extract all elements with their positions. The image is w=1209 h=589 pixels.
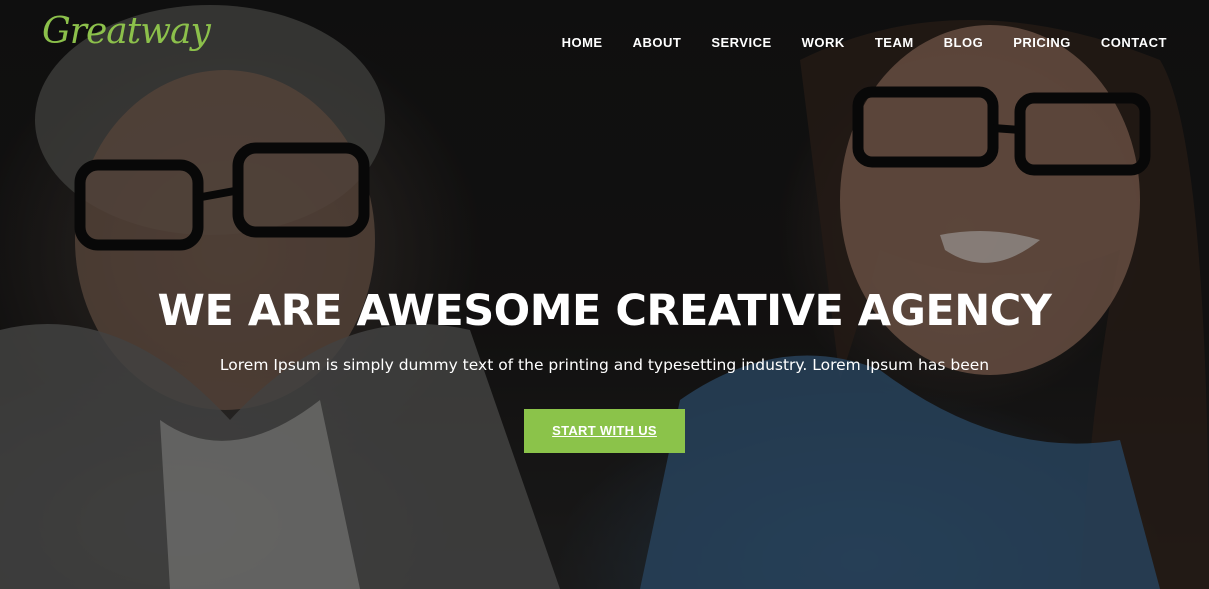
start-with-us-button[interactable]: START WITH US bbox=[524, 409, 685, 453]
nav-item-contact[interactable]: CONTACT bbox=[1101, 35, 1167, 50]
nav-item-work[interactable]: WORK bbox=[802, 35, 845, 50]
nav-item-blog[interactable]: BLOG bbox=[944, 35, 984, 50]
nav-item-team[interactable]: TEAM bbox=[875, 35, 914, 50]
hero-content: WE ARE AWESOME CREATIVE AGENCY Lorem Ips… bbox=[0, 282, 1209, 453]
hero-section: Greatway HOME ABOUT SERVICE WORK TEAM BL… bbox=[0, 0, 1209, 589]
nav-item-about[interactable]: ABOUT bbox=[633, 35, 682, 50]
nav-item-pricing[interactable]: PRICING bbox=[1013, 35, 1071, 50]
main-nav: HOME ABOUT SERVICE WORK TEAM BLOG PRICIN… bbox=[532, 35, 1167, 50]
hero-title: WE ARE AWESOME CREATIVE AGENCY bbox=[157, 286, 1052, 336]
hero-subtitle: Lorem Ipsum is simply dummy text of the … bbox=[219, 356, 990, 374]
nav-item-home[interactable]: HOME bbox=[562, 35, 603, 50]
site-logo[interactable]: Greatway bbox=[42, 14, 211, 50]
nav-item-service[interactable]: SERVICE bbox=[711, 35, 771, 50]
